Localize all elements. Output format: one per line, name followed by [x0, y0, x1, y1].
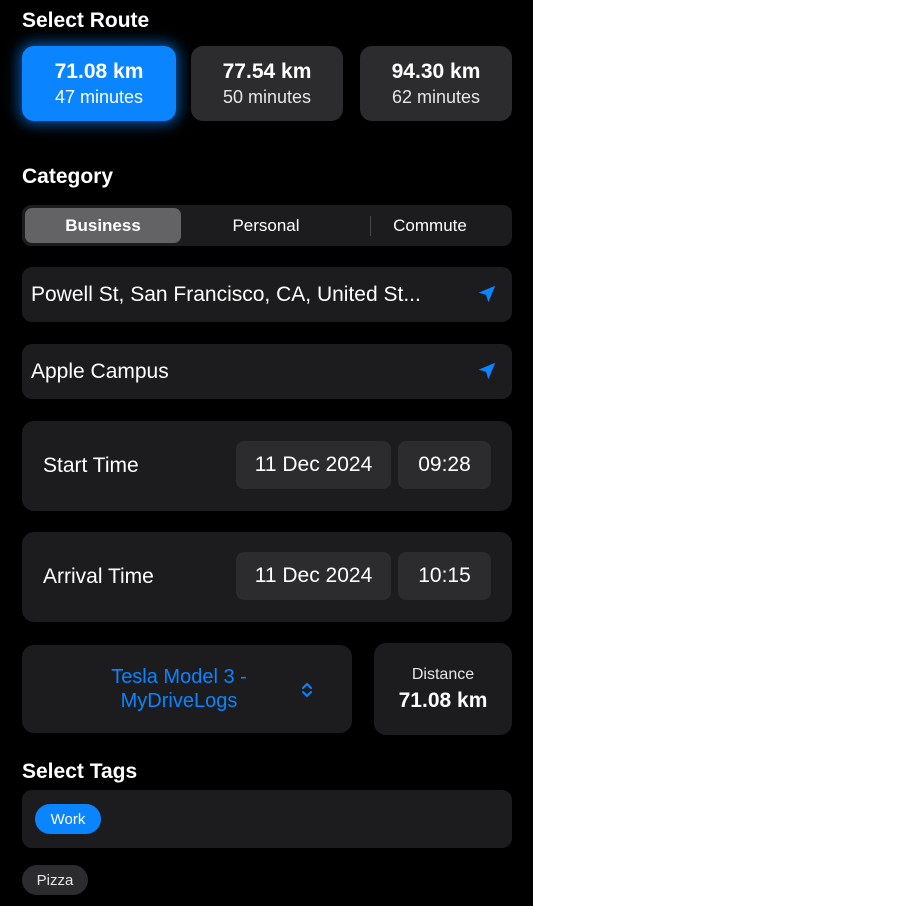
route-duration: 50 minutes: [222, 86, 312, 107]
arrival-date-picker[interactable]: 11 Dec 2024: [236, 552, 391, 600]
start-date-picker[interactable]: 11 Dec 2024: [236, 441, 391, 489]
route-distance: 71.08 km: [54, 59, 144, 83]
arrival-time-row: Arrival Time 11 Dec 2024 10:15: [22, 532, 512, 622]
category-segmented-control: Business Personal Commute: [22, 205, 512, 246]
route-option-1[interactable]: 71.08 km 47 minutes: [22, 46, 176, 121]
select-route-title: Select Route: [22, 9, 150, 32]
segment-commute[interactable]: Commute: [352, 208, 508, 243]
arrival-time-picker[interactable]: 10:15: [398, 552, 491, 600]
tag-pizza[interactable]: Pizza: [22, 865, 88, 895]
select-tags-title: Select Tags: [22, 760, 138, 783]
route-distance: 77.54 km: [222, 59, 312, 83]
vehicle-picker[interactable]: Tesla Model 3 - MyDriveLogs: [22, 645, 352, 733]
arrival-time-label: Arrival Time: [43, 565, 154, 588]
end-location-text: Apple Campus: [31, 359, 169, 383]
distance-card: Distance 71.08 km: [374, 643, 512, 735]
route-option-3[interactable]: 94.30 km 62 minutes: [360, 46, 512, 121]
start-time-row: Start Time 11 Dec 2024 09:28: [22, 421, 512, 511]
route-option-2[interactable]: 77.54 km 50 minutes: [191, 46, 343, 121]
category-title: Category: [22, 165, 114, 188]
start-location-field[interactable]: Powell St, San Francisco, CA, United St.…: [22, 267, 512, 322]
trip-form-panel: Select Route 71.08 km 47 minutes 77.54 k…: [0, 0, 533, 906]
segment-business[interactable]: Business: [25, 208, 181, 243]
start-time-picker[interactable]: 09:28: [398, 441, 491, 489]
start-time-label: Start Time: [43, 454, 139, 477]
location-arrow-icon[interactable]: [476, 283, 498, 305]
vehicle-name-line2: MyDriveLogs: [120, 690, 238, 712]
chevron-up-down-icon: [302, 683, 312, 697]
segment-personal[interactable]: Personal: [185, 208, 347, 243]
end-location-field[interactable]: Apple Campus: [22, 344, 512, 399]
tags-container: Work: [22, 790, 512, 848]
tag-work[interactable]: Work: [35, 804, 101, 834]
start-location-text: Powell St, San Francisco, CA, United St.…: [31, 282, 421, 306]
distance-label: Distance: [411, 666, 475, 683]
route-duration: 47 minutes: [54, 86, 144, 107]
distance-value: 71.08 km: [398, 689, 488, 712]
route-distance: 94.30 km: [391, 59, 481, 83]
location-arrow-icon[interactable]: [476, 360, 498, 382]
vehicle-name: Tesla Model 3 - MyDriveLogs: [84, 665, 274, 713]
vehicle-name-line1: Tesla Model 3 -: [111, 666, 247, 688]
route-duration: 62 minutes: [391, 86, 481, 107]
